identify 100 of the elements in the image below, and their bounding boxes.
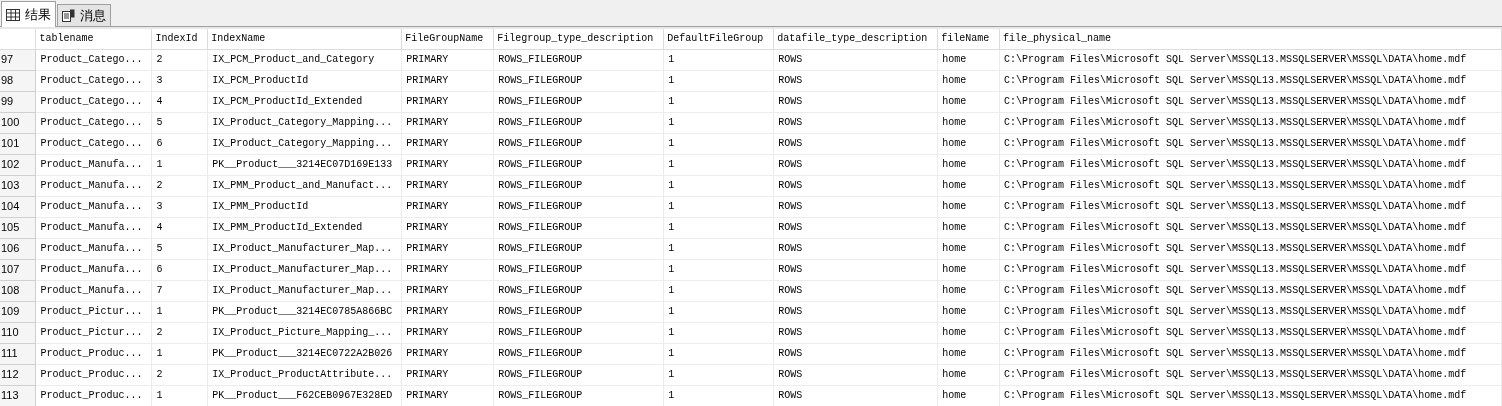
table-cell: Product_Manufa... [35,196,152,217]
column-header[interactable]: FileGroupName [401,29,494,49]
table-cell: ROWS [773,280,938,301]
table-cell: home [937,196,1000,217]
table-cell: home [937,112,1000,133]
table-cell: 1 [663,259,774,280]
column-header[interactable]: tablename [35,29,152,49]
table-cell: PRIMARY [401,49,494,70]
table-cell: PK__Product___3214EC07D169E133 [207,154,402,175]
row-number[interactable]: 110 [0,322,36,343]
table-cell: 1 [151,343,208,364]
table-cell: PRIMARY [401,70,494,91]
row-number[interactable]: 100 [0,112,36,133]
table-cell: ROWS [773,49,938,70]
table-cell: ROWS [773,217,938,238]
table-cell: PRIMARY [401,322,494,343]
table-cell: C:\Program Files\Microsoft SQL Server\MSSQL13.MSSQLSERVER\MSSQL\DATA\home.mdf [999,280,1502,301]
column-header[interactable]: DefaultFileGroup [663,29,774,49]
table-cell: 5 [151,238,208,259]
table-cell: ROWS_FILEGROUP [493,385,664,406]
table-cell: ROWS [773,238,938,259]
row-number[interactable]: 104 [0,196,36,217]
table-cell: 1 [663,70,774,91]
table-cell: home [937,133,1000,154]
table-cell: 1 [663,238,774,259]
table-cell: C:\Program Files\Microsoft SQL Server\MSSQL13.MSSQLSERVER\MSSQL\DATA\home.mdf [999,343,1502,364]
row-number[interactable]: 108 [0,280,36,301]
table-cell: C:\Program Files\Microsoft SQL Server\MSSQL13.MSSQLSERVER\MSSQL\DATA\home.mdf [999,238,1502,259]
table-cell: 1 [663,133,774,154]
table-cell: 1 [663,343,774,364]
table-cell: ROWS [773,112,938,133]
table-cell: ROWS [773,385,938,406]
table-cell: C:\Program Files\Microsoft SQL Server\MSSQL13.MSSQLSERVER\MSSQL\DATA\home.mdf [999,196,1502,217]
column-header[interactable]: Filegroup_type_description [493,29,664,49]
table-cell: ROWS [773,70,938,91]
column-header[interactable]: file_physical_name [999,29,1502,49]
row-number[interactable]: 102 [0,154,36,175]
table-cell: Product_Produc... [35,364,152,385]
table-cell: ROWS [773,91,938,112]
column-header[interactable]: IndexId [151,29,208,49]
row-number[interactable]: 112 [0,364,36,385]
results-tab[interactable]: 结果 [1,1,56,27]
table-cell: Product_Manufa... [35,175,152,196]
row-number[interactable]: 98 [0,70,36,91]
row-number[interactable]: 101 [0,133,36,154]
table-cell: ROWS_FILEGROUP [493,301,664,322]
table-cell: Product_Catego... [35,112,152,133]
table-cell: ROWS_FILEGROUP [493,154,664,175]
table-cell: 2 [151,49,208,70]
column-header[interactable]: fileName [937,29,1000,49]
table-cell: Product_Pictur... [35,301,152,322]
table-cell: PRIMARY [401,217,494,238]
table-cell: IX_Product_Manufacturer_Map... [207,280,402,301]
table-cell: PRIMARY [401,364,494,385]
table-cell: PRIMARY [401,196,494,217]
row-number[interactable]: 113 [0,385,36,406]
row-number[interactable]: 103 [0,175,36,196]
table-cell: 4 [151,217,208,238]
table-cell: ROWS_FILEGROUP [493,217,664,238]
table-cell: C:\Program Files\Microsoft SQL Server\MSSQL13.MSSQLSERVER\MSSQL\DATA\home.mdf [999,175,1502,196]
table-cell: PRIMARY [401,259,494,280]
table-cell: 1 [663,154,774,175]
column-header[interactable]: IndexName [207,29,402,49]
table-cell: home [937,154,1000,175]
table-cell: 1 [663,196,774,217]
table-cell: 5 [151,112,208,133]
table-cell: home [937,259,1000,280]
row-number[interactable]: 106 [0,238,36,259]
table-cell: ROWS_FILEGROUP [493,364,664,385]
table-cell: C:\Program Files\Microsoft SQL Server\MSSQL13.MSSQLSERVER\MSSQL\DATA\home.mdf [999,154,1502,175]
table-cell: C:\Program Files\Microsoft SQL Server\MSSQL13.MSSQLSERVER\MSSQL\DATA\home.mdf [999,112,1502,133]
table-cell: home [937,175,1000,196]
table-cell: 1 [663,217,774,238]
table-cell: IX_Product_ProductAttribute... [207,364,402,385]
table-cell: PRIMARY [401,301,494,322]
row-number[interactable]: 97 [0,49,36,70]
table-cell: Product_Pictur... [35,322,152,343]
table-cell: IX_PCM_ProductId_Extended [207,91,402,112]
table-cell: Product_Manufa... [35,154,152,175]
table-cell: ROWS_FILEGROUP [493,343,664,364]
row-number[interactable]: 105 [0,217,36,238]
table-cell: C:\Program Files\Microsoft SQL Server\MSSQL13.MSSQLSERVER\MSSQL\DATA\home.mdf [999,385,1502,406]
table-cell: home [937,49,1000,70]
row-number[interactable]: 107 [0,259,36,280]
table-cell: C:\Program Files\Microsoft SQL Server\MSSQL13.MSSQLSERVER\MSSQL\DATA\home.mdf [999,91,1502,112]
column-header[interactable]: datafile_type_description [773,29,938,49]
table-cell: 1 [663,322,774,343]
results-tab[interactable]: 消息 [57,4,111,26]
table-cell: 6 [151,133,208,154]
table-cell: 3 [151,70,208,91]
grid-icon [6,8,20,21]
table-cell: PRIMARY [401,133,494,154]
table-cell: C:\Program Files\Microsoft SQL Server\MSSQL13.MSSQLSERVER\MSSQL\DATA\home.mdf [999,70,1502,91]
table-cell: home [937,217,1000,238]
table-cell: 4 [151,91,208,112]
table-cell: PK__Product___3214EC0722A2B026 [207,343,402,364]
row-number[interactable]: 111 [0,343,36,364]
row-number[interactable]: 109 [0,301,36,322]
table-cell: 1 [151,154,208,175]
row-number[interactable]: 99 [0,91,36,112]
